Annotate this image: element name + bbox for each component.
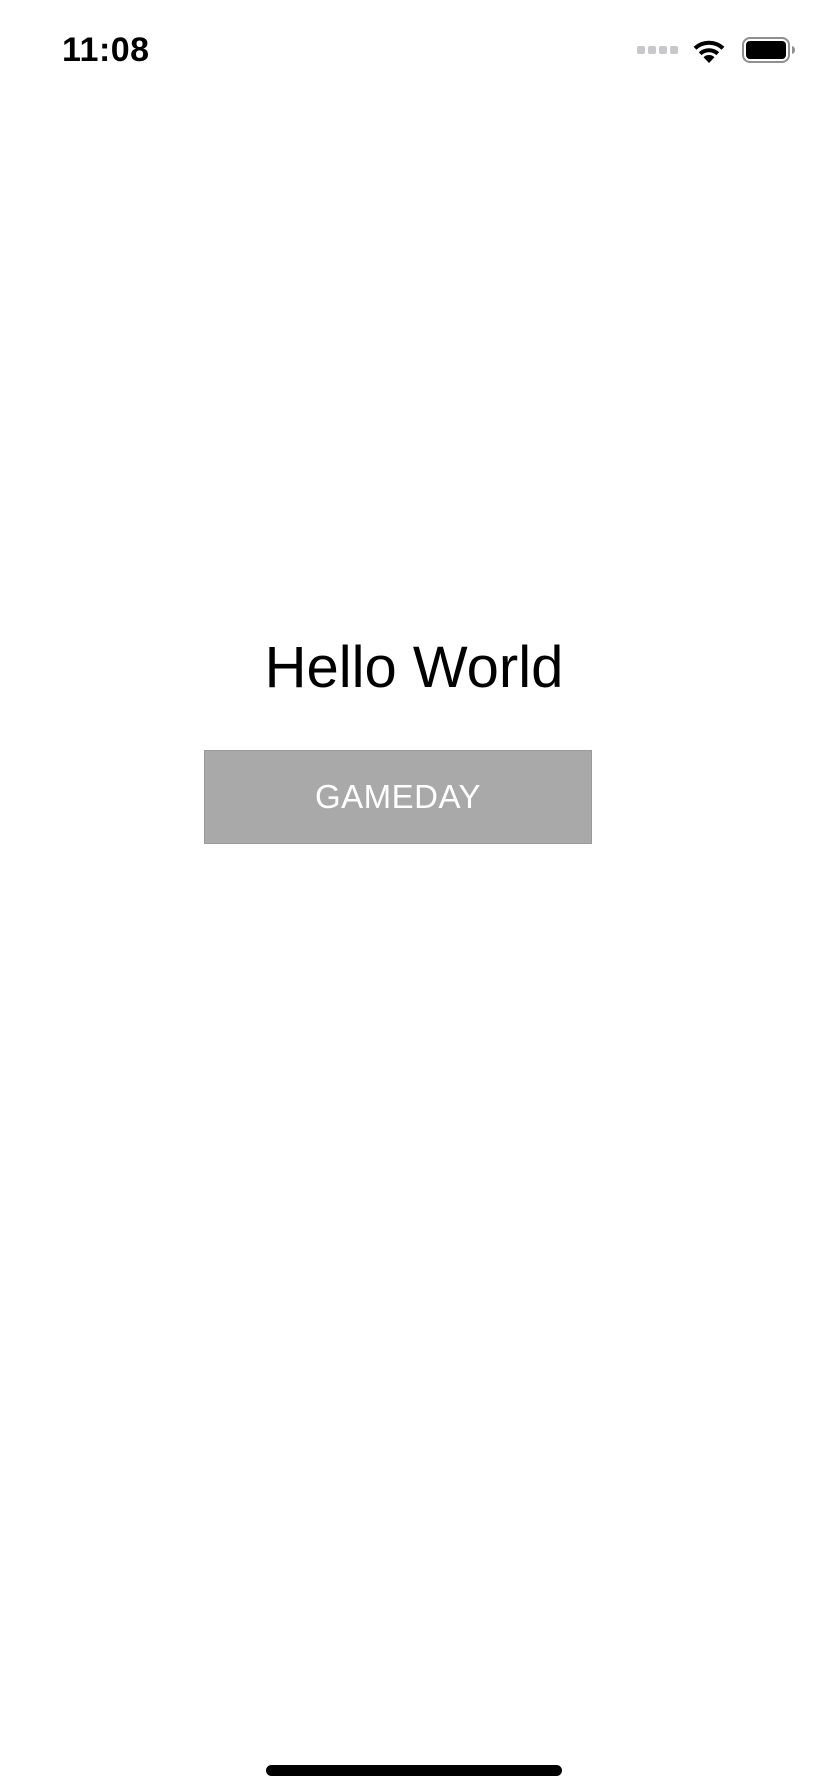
wifi-icon xyxy=(693,40,725,63)
status-bar: 11:08 xyxy=(0,0,828,100)
cellular-signal-icon xyxy=(637,46,678,54)
status-icons xyxy=(637,32,796,68)
home-indicator[interactable] xyxy=(266,1765,562,1776)
battery-icon xyxy=(742,37,795,63)
gameday-button[interactable]: GAMEDAY xyxy=(204,750,592,844)
status-time: 11:08 xyxy=(62,31,150,69)
greeting-label: Hello World xyxy=(264,635,564,700)
